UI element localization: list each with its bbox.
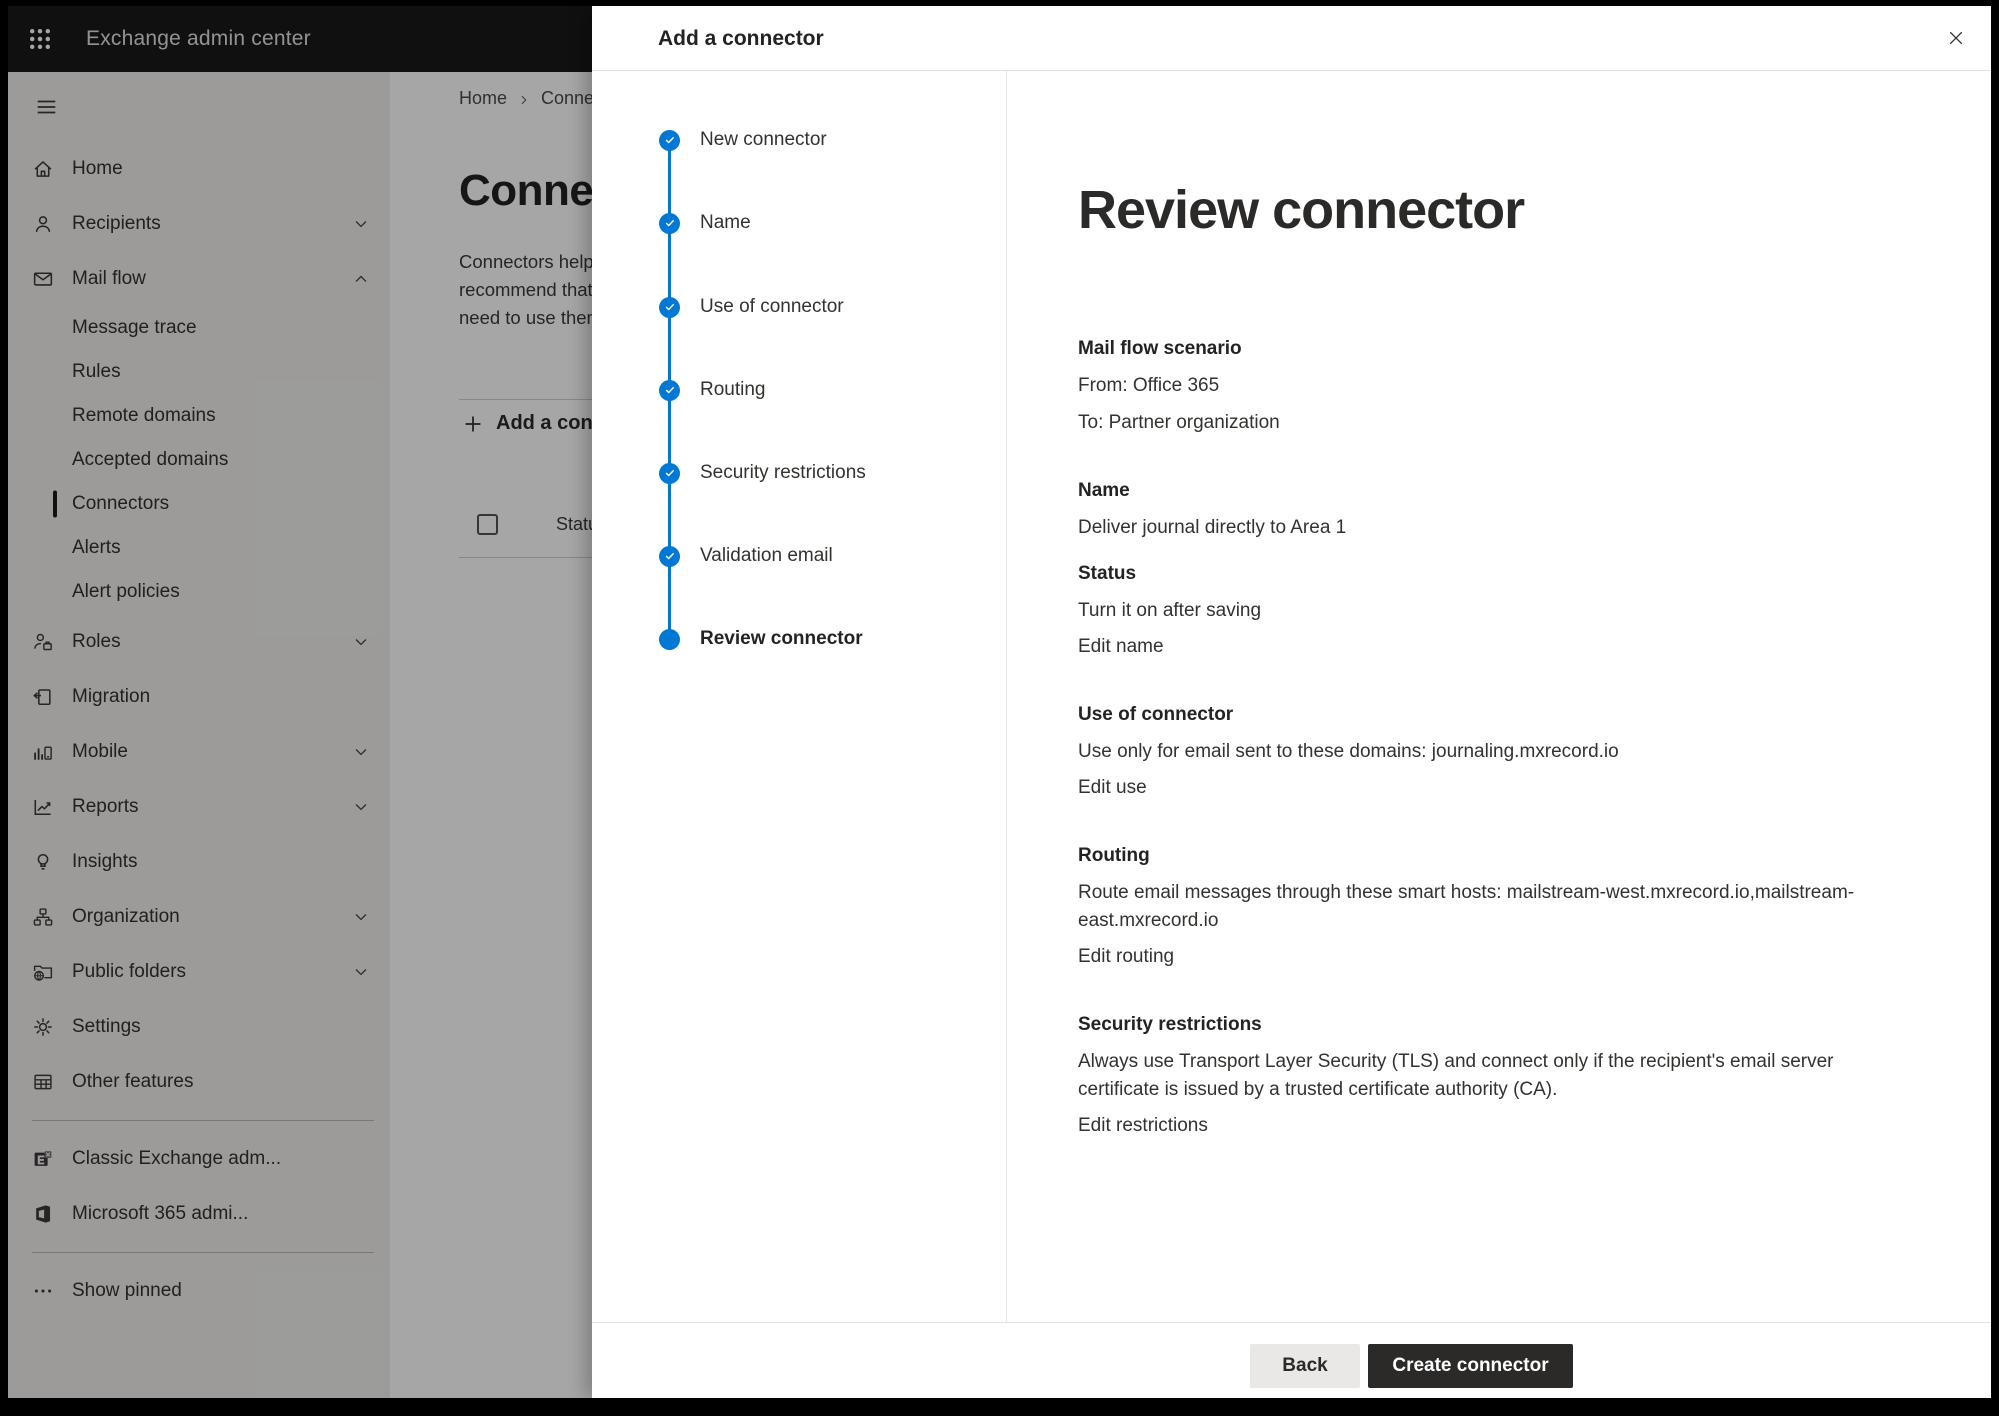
create-connector-button[interactable]: Create connector — [1368, 1344, 1573, 1388]
step-status-icon — [659, 213, 680, 234]
app-window: Exchange admin center Home Recipients Ma… — [8, 6, 1991, 1398]
section-name: Name — [1078, 477, 1886, 505]
step-label: Use of connector — [700, 296, 844, 318]
step-label: New connector — [700, 129, 827, 151]
step-status-icon — [659, 629, 680, 650]
step-name[interactable]: Name — [659, 213, 751, 233]
close-icon — [1946, 28, 1966, 48]
panel-footer: Back Create connector — [592, 1322, 1991, 1398]
panel-title: Add a connector — [658, 6, 824, 71]
use-of-connector-value: Use only for email sent to these domains… — [1078, 738, 1886, 766]
section-use-of-connector: Use of connector — [1078, 701, 1886, 729]
status-value: Turn it on after saving — [1078, 597, 1886, 625]
step-label: Name — [700, 212, 751, 234]
step-review-connector[interactable]: Review connector — [659, 629, 863, 649]
routing-value: Route email messages through these smart… — [1078, 879, 1886, 935]
check-icon — [664, 217, 676, 229]
step-validation-email[interactable]: Validation email — [659, 546, 833, 566]
step-status-icon — [659, 380, 680, 401]
step-security-restrictions[interactable]: Security restrictions — [659, 463, 866, 483]
step-status-icon — [659, 463, 680, 484]
check-icon — [664, 384, 676, 396]
section-security-restrictions: Security restrictions — [1078, 1011, 1886, 1039]
close-button[interactable] — [1937, 19, 1975, 57]
connector-name-value: Deliver journal directly to Area 1 — [1078, 514, 1886, 542]
check-icon — [664, 134, 676, 146]
edit-name-link[interactable]: Edit name — [1078, 633, 1886, 661]
section-mail-flow-scenario: Mail flow scenario — [1078, 335, 1886, 363]
wizard-stepper: New connector Name Use of connector — [592, 71, 1007, 1322]
review-heading: Review connector — [1078, 179, 1991, 241]
mail-flow-to: To: Partner organization — [1078, 409, 1886, 437]
add-connector-panel: Add a connector New connector — [592, 6, 1991, 1398]
step-status-icon — [659, 297, 680, 318]
step-label: Validation email — [700, 545, 833, 567]
step-label: Routing — [700, 379, 766, 401]
edit-restrictions-link[interactable]: Edit restrictions — [1078, 1112, 1886, 1140]
review-connector-content: Review connector Mail flow scenario From:… — [1007, 71, 1991, 1322]
step-label: Review connector — [700, 628, 863, 650]
step-status-icon — [659, 130, 680, 151]
mail-flow-from: From: Office 365 — [1078, 372, 1886, 400]
edit-use-link[interactable]: Edit use — [1078, 774, 1886, 802]
step-new-connector[interactable]: New connector — [659, 130, 827, 150]
check-icon — [664, 301, 676, 313]
panel-body: New connector Name Use of connector — [592, 71, 1991, 1322]
section-status: Status — [1078, 560, 1886, 588]
security-restrictions-value: Always use Transport Layer Security (TLS… — [1078, 1048, 1886, 1104]
back-button[interactable]: Back — [1250, 1344, 1360, 1388]
step-routing[interactable]: Routing — [659, 380, 766, 400]
step-label: Security restrictions — [700, 462, 866, 484]
section-routing: Routing — [1078, 842, 1886, 870]
panel-header: Add a connector — [592, 6, 1991, 71]
review-sections: Mail flow scenario From: Office 365 To: Pa… — [1078, 335, 1886, 1140]
check-icon — [664, 467, 676, 479]
edit-routing-link[interactable]: Edit routing — [1078, 943, 1886, 971]
step-use-of-connector[interactable]: Use of connector — [659, 297, 844, 317]
step-status-icon — [659, 546, 680, 567]
check-icon — [664, 550, 676, 562]
